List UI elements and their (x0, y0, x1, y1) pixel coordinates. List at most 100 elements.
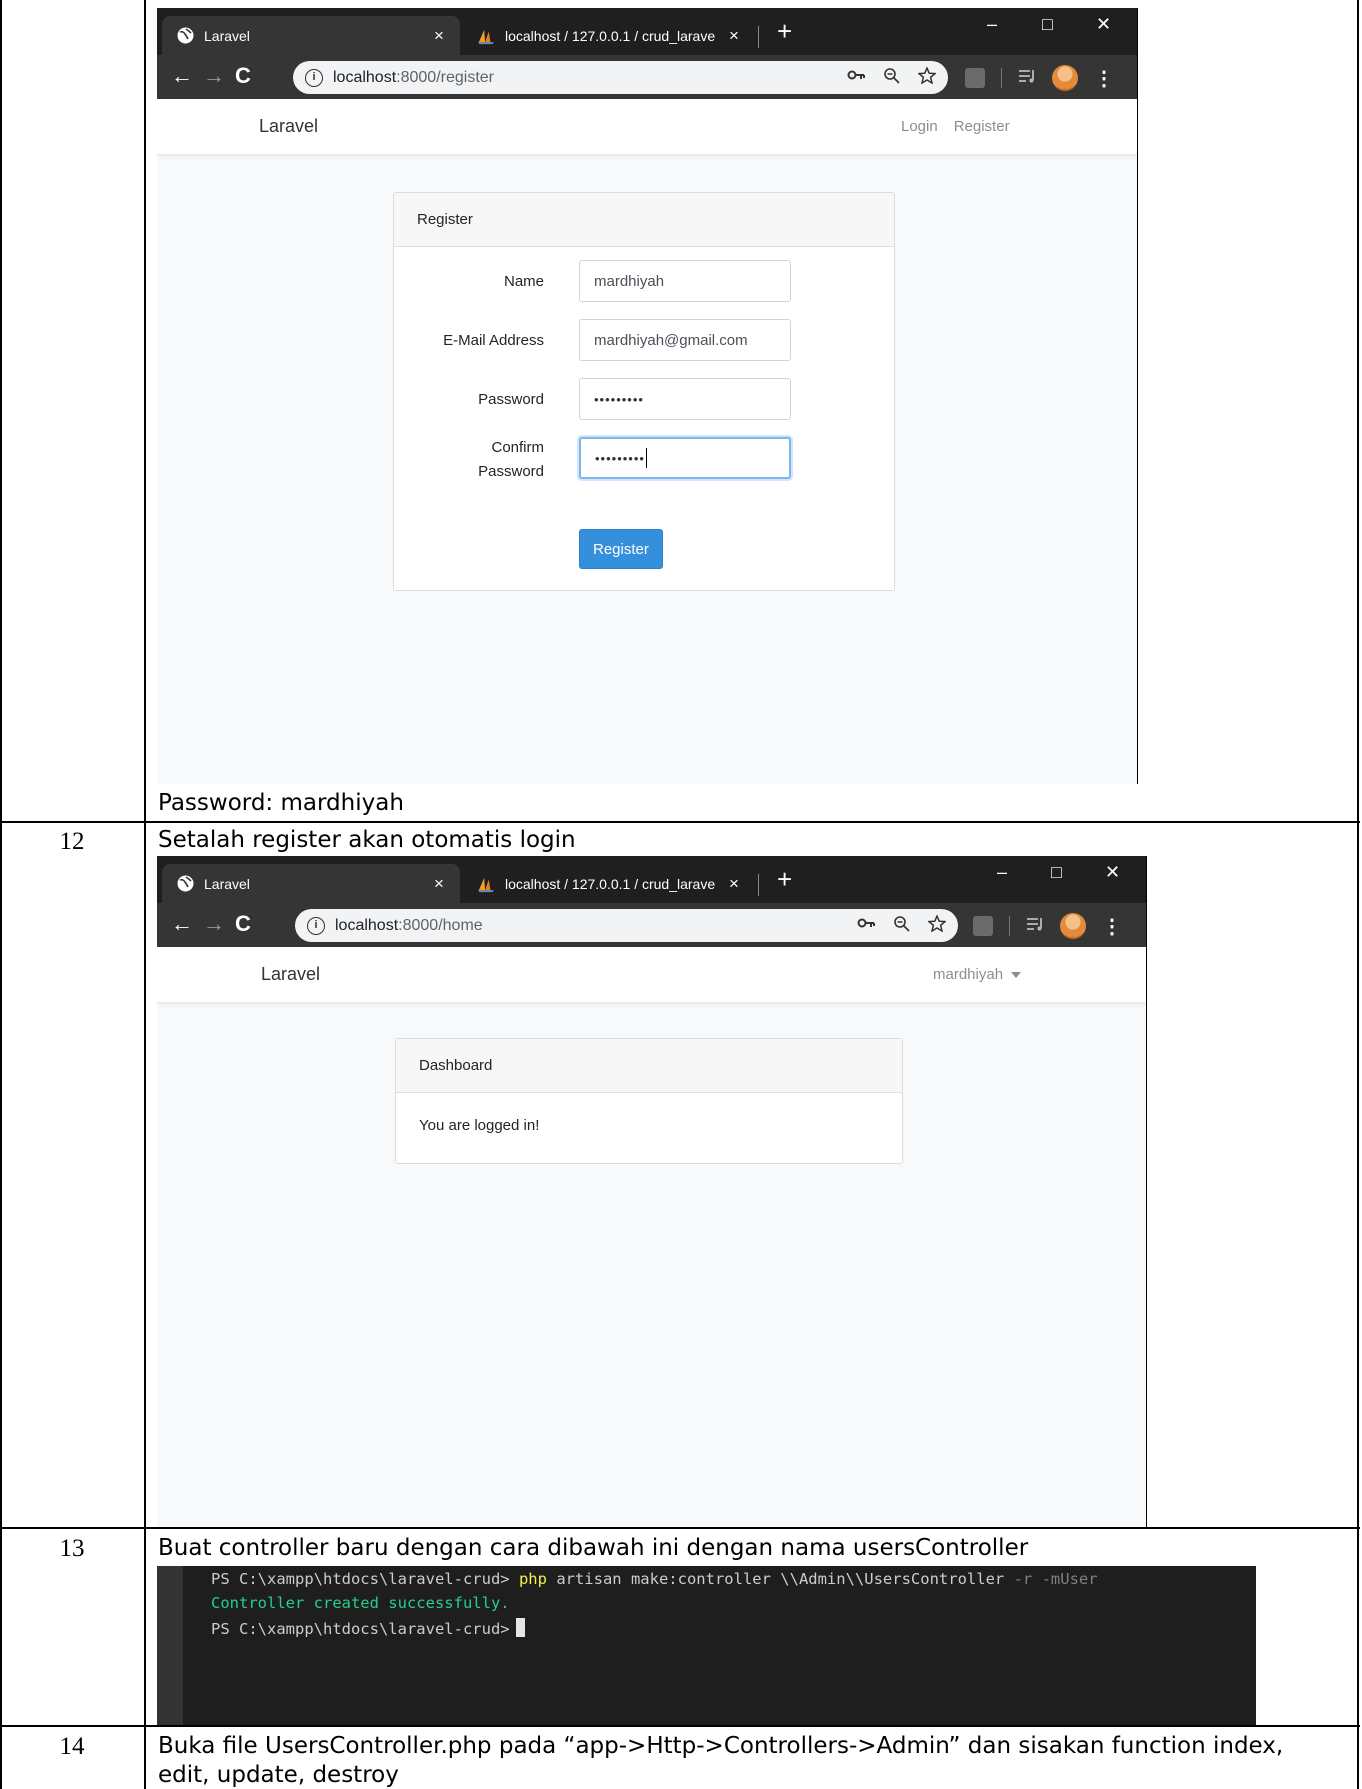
tab-strip: Laravel × localhost / 127.0.0.1 / crud_l… (157, 856, 1146, 903)
new-tab-icon[interactable]: + (777, 18, 792, 44)
back-icon[interactable]: ← (171, 912, 193, 936)
url-host: localhost (333, 68, 397, 86)
confirm-password-field[interactable]: ••••••••• (579, 437, 791, 479)
back-icon[interactable]: ← (171, 64, 193, 88)
row-divider-12 (0, 821, 1360, 823)
url-text: localhost:8000/register (333, 69, 494, 87)
reload-icon[interactable]: C (235, 912, 251, 936)
zoom-icon[interactable] (883, 67, 900, 89)
tab-close-icon[interactable]: × (723, 874, 745, 894)
extension-icon[interactable] (973, 916, 993, 936)
url-host: localhost (335, 916, 399, 934)
toolbar-separator (1009, 916, 1010, 936)
more-menu-icon[interactable]: ⋮ (1094, 66, 1114, 91)
browser-toolbar: ← → C i localhost:8000/register ⋮ (157, 55, 1137, 99)
dashboard-card: Dashboard You are logged in! (395, 1038, 903, 1164)
key-icon[interactable] (857, 915, 875, 937)
browser-toolbar: ← → C i localhost:8000/home ⋮ (157, 903, 1146, 947)
row-13-text: Buat controller baru dengan cara dibawah… (158, 1535, 1029, 1561)
user-dropdown[interactable]: mardhiyah (933, 966, 1022, 983)
tab-title: Laravel (204, 875, 250, 892)
tab-close-icon[interactable]: × (723, 26, 745, 46)
tab-title: localhost / 127.0.0.1 / crud_larave (505, 875, 716, 892)
tab-separator (758, 26, 759, 48)
tab-phpmyadmin[interactable]: localhost / 127.0.0.1 / crud_larave × (463, 16, 755, 55)
bookmark-star-icon[interactable] (917, 66, 937, 89)
laravel-navbar: Laravel Login Register (157, 99, 1137, 155)
tab-laravel[interactable]: Laravel × (162, 16, 460, 55)
tab-phpmyadmin[interactable]: localhost / 127.0.0.1 / crud_larave × (463, 864, 755, 903)
row-14-text-line1: Buka file UsersController.php pada “app-… (158, 1733, 1284, 1759)
text-caret (645, 448, 647, 468)
terminal-success-line: Controller created successfully. (211, 1594, 510, 1612)
profile-avatar[interactable] (1052, 65, 1078, 91)
window-close-icon[interactable]: ✕ (1096, 14, 1111, 35)
terminal-gutter (157, 1566, 183, 1725)
caption-password: Password: mardhiyah (158, 790, 404, 816)
reload-icon[interactable]: C (235, 64, 251, 88)
email-field[interactable]: mardhiyah@gmail.com (579, 319, 791, 361)
tab-separator (758, 874, 759, 896)
maximize-icon[interactable]: □ (1051, 862, 1062, 883)
address-bar[interactable]: i localhost:8000/register (293, 61, 948, 94)
toolbar-right: ⋮ (973, 913, 1122, 939)
omnibox-icons (847, 66, 937, 89)
media-queue-icon[interactable] (1026, 916, 1044, 937)
navbar-brand[interactable]: Laravel (261, 964, 320, 985)
row-number-13: 13 (59, 1535, 85, 1562)
table-border-right (1357, 0, 1359, 1789)
user-name: mardhiyah (933, 966, 1004, 983)
terminal-command-line: PS C:\xampp\htdocs\laravel-crud> php art… (211, 1570, 1098, 1588)
more-menu-icon[interactable]: ⋮ (1102, 914, 1122, 939)
forward-icon[interactable]: → (203, 912, 225, 936)
row-number-14: 14 (59, 1733, 85, 1760)
tab-title: localhost / 127.0.0.1 / crud_larave (505, 27, 716, 44)
zoom-icon[interactable] (893, 915, 910, 937)
register-browser-window: Laravel × localhost / 127.0.0.1 / crud_l… (157, 8, 1138, 784)
key-icon[interactable] (847, 67, 865, 89)
tab-laravel[interactable]: Laravel × (162, 864, 460, 903)
password-field[interactable]: ••••••••• (579, 378, 791, 420)
table-column-divider (144, 0, 146, 1789)
table-border-left (0, 0, 2, 1789)
globe-icon (176, 875, 194, 893)
window-close-icon[interactable]: ✕ (1105, 862, 1120, 883)
card-header: Register (394, 193, 894, 247)
bookmark-star-icon[interactable] (927, 914, 947, 937)
terminal-window: PS C:\xampp\htdocs\laravel-crud> php art… (157, 1566, 1256, 1725)
url-path: :8000/home (398, 916, 483, 934)
omnibox-icons (857, 914, 947, 937)
site-info-icon[interactable]: i (305, 68, 323, 87)
phpmyadmin-sail-icon (477, 875, 495, 893)
media-queue-icon[interactable] (1018, 68, 1036, 89)
home-browser-window: Laravel × localhost / 127.0.0.1 / crud_l… (157, 856, 1147, 1527)
login-link[interactable]: Login (901, 118, 938, 135)
site-info-icon[interactable]: i (307, 916, 325, 935)
maximize-icon[interactable]: □ (1042, 14, 1053, 35)
register-card: Register Name mardhiyah E-Mail Address m… (393, 192, 895, 591)
register-link[interactable]: Register (954, 118, 1010, 135)
toolbar-separator (1001, 68, 1002, 88)
minimize-icon[interactable]: – (987, 14, 997, 35)
caret-down-icon (1011, 966, 1022, 983)
confirm-password-value: ••••••••• (595, 450, 645, 466)
phpmyadmin-sail-icon (477, 27, 495, 45)
minimize-icon[interactable]: – (997, 862, 1007, 883)
email-label: E-Mail Address (443, 332, 544, 349)
name-field[interactable]: mardhiyah (579, 260, 791, 302)
new-tab-icon[interactable]: + (777, 866, 792, 892)
extension-icon[interactable] (965, 68, 985, 88)
register-button[interactable]: Register (579, 529, 663, 569)
forward-icon[interactable]: → (203, 64, 225, 88)
tab-close-icon[interactable]: × (428, 874, 450, 894)
tab-title: Laravel (204, 27, 250, 44)
row-divider-14 (0, 1725, 1360, 1727)
url-path: :8000/register (396, 68, 494, 86)
logged-in-message: You are logged in! (419, 1117, 540, 1134)
profile-avatar[interactable] (1060, 913, 1086, 939)
navbar-brand[interactable]: Laravel (259, 116, 318, 137)
tab-close-icon[interactable]: × (428, 26, 450, 46)
card-header: Dashboard (396, 1039, 902, 1093)
address-bar[interactable]: i localhost:8000/home (295, 909, 958, 942)
terminal-prompt-line[interactable]: PS C:\xampp\htdocs\laravel-crud> (211, 1618, 525, 1638)
